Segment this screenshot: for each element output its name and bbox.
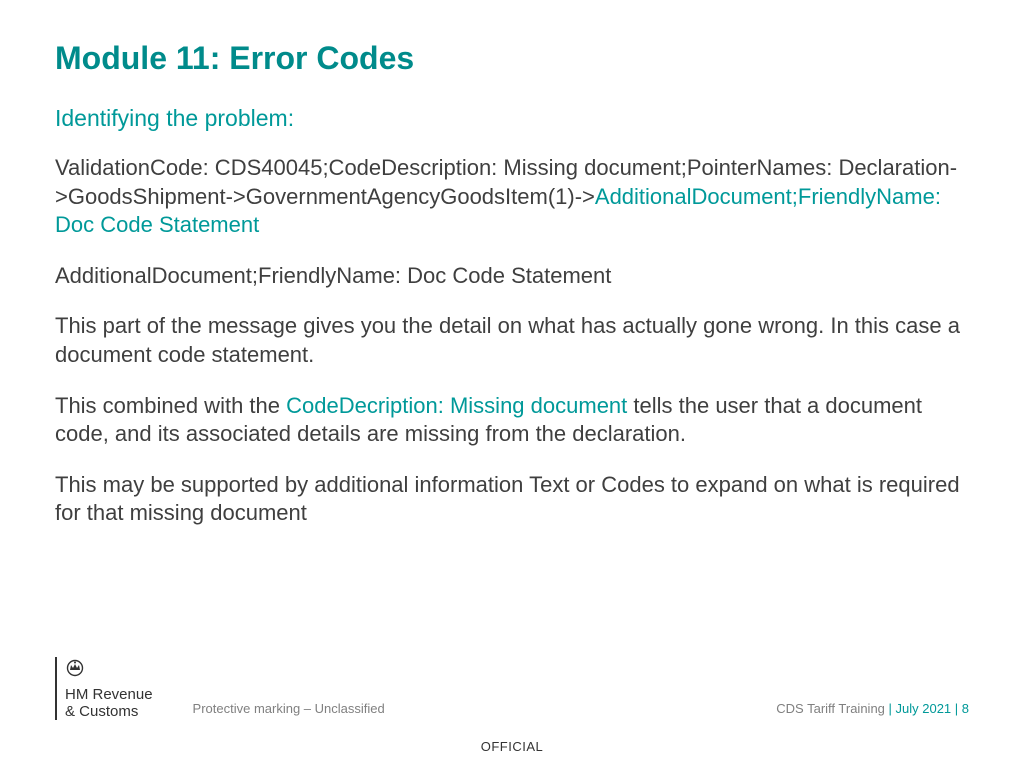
hmrc-line1: HM Revenue [65,686,153,703]
page-number: 8 [962,701,969,716]
training-date: | July 2021 | [889,701,962,716]
hmrc-logo-bar [55,657,57,720]
slide-title: Module 11: Error Codes [55,40,969,77]
hmrc-logo-text: HM Revenue & Customs [65,657,153,720]
crown-icon [65,659,153,681]
hmrc-logo: HM Revenue & Customs [55,657,153,720]
footer-right: CDS Tariff Training | July 2021 | 8 [776,701,969,720]
footer-left: HM Revenue & Customs Protective marking … [55,657,385,720]
explanation-combined: This combined with the CodeDecription: M… [55,392,969,449]
code-description-highlight: CodeDecription: Missing document [286,393,627,418]
official-marking: OFFICIAL [0,739,1024,754]
slide-subtitle: Identifying the problem: [55,105,969,132]
slide-body: ValidationCode: CDS40045;CodeDescription… [55,154,969,528]
training-name: CDS Tariff Training [776,701,888,716]
explanation-additional: This may be supported by additional info… [55,471,969,528]
explanation-detail: This part of the message gives you the d… [55,312,969,369]
highlighted-fragment: AdditionalDocument;FriendlyName: Doc Cod… [55,262,969,291]
slide: Module 11: Error Codes Identifying the p… [0,0,1024,768]
explanation-combined-pre: This combined with the [55,393,286,418]
error-message-full: ValidationCode: CDS40045;CodeDescription… [55,154,969,240]
slide-footer: HM Revenue & Customs Protective marking … [55,660,969,720]
protective-marking: Protective marking – Unclassified [193,701,385,720]
hmrc-line2: & Customs [65,703,138,720]
